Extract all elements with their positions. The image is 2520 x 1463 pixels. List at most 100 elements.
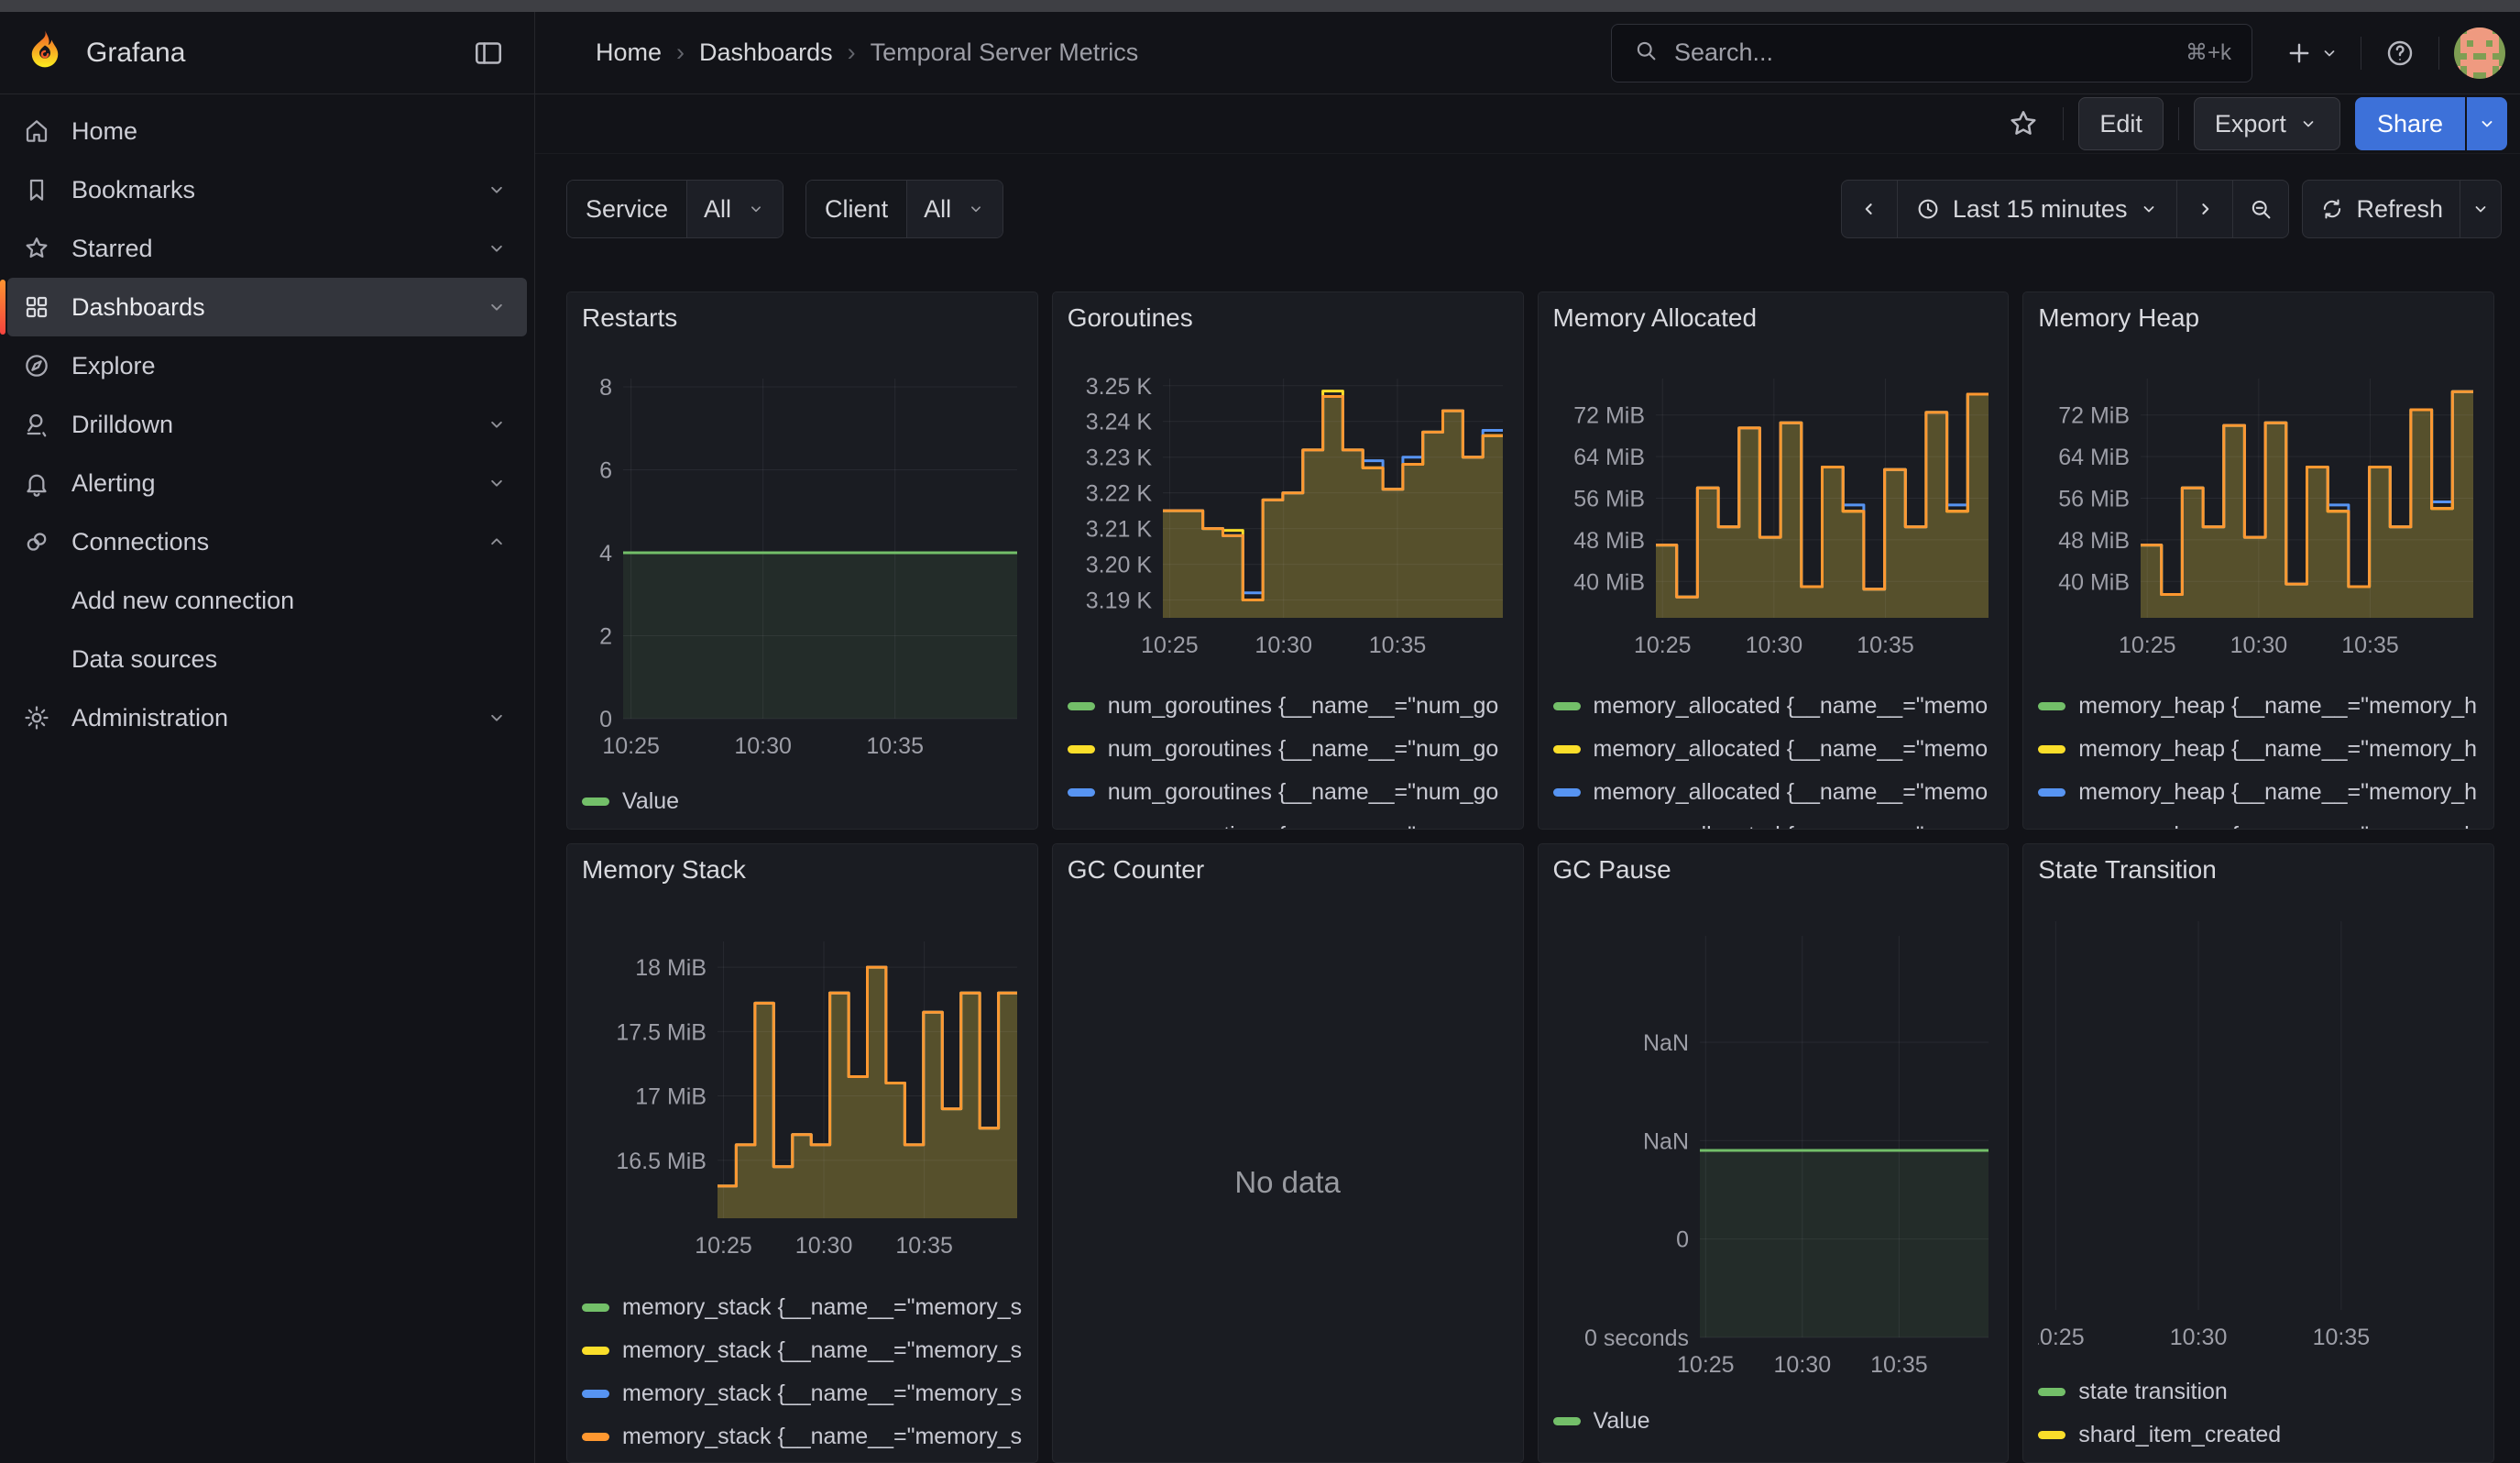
legend-swatch — [582, 1304, 609, 1312]
chart-memory-stack[interactable]: 16.5 MiB17 MiB17.5 MiB18 MiB10:2510:3010… — [582, 932, 1023, 1266]
chart-canvas[interactable]: 3.19 K3.20 K3.21 K3.22 K3.23 K3.24 K3.25… — [1068, 369, 1508, 665]
time-range-picker[interactable]: Last 15 minutes — [1897, 180, 2178, 238]
legend-swatch — [1068, 702, 1095, 710]
chevron-down-icon — [746, 199, 766, 219]
sidebar-item-administration[interactable]: Administration — [7, 688, 527, 747]
chart-goroutines[interactable]: 3.19 K3.20 K3.21 K3.22 K3.23 K3.24 K3.25… — [1068, 369, 1508, 665]
legend-item[interactable]: memory_heap {__name__="memory_h — [2038, 685, 2479, 728]
panel-title-goroutines[interactable]: Goroutines — [1068, 303, 1193, 333]
edit-button[interactable]: Edit — [2078, 97, 2164, 150]
chart-canvas[interactable]: 40 MiB48 MiB56 MiB64 MiB72 MiB10:2510:30… — [2038, 369, 2479, 665]
svg-text:2: 2 — [599, 624, 612, 650]
client-filter[interactable]: Client All — [805, 180, 1003, 238]
search-input[interactable]: Search... ⌘+k — [1611, 24, 2252, 82]
time-forward-button[interactable] — [2176, 180, 2233, 238]
breadcrumb-home[interactable]: Home — [596, 38, 662, 67]
legend-item[interactable]: memory_heap {__name__="memory_h — [2038, 771, 2479, 814]
legend-item[interactable]: memory_heap {__name__="memory_h — [2038, 728, 2479, 771]
legend-item[interactable]: num_goroutines {__name__="num_go — [1068, 685, 1508, 728]
service-filter[interactable]: Service All — [566, 180, 783, 238]
legend-item[interactable]: memory_allocated {__name__="memo — [1553, 814, 1994, 830]
app: Grafana HomeBookmarksStarredDashboardsEx… — [0, 12, 2520, 1463]
svg-text:10:25: 10:25 — [1677, 1352, 1735, 1378]
add-new-button[interactable] — [2278, 37, 2346, 70]
share-button[interactable]: Share — [2355, 97, 2465, 150]
legend-item[interactable]: Value — [1553, 1400, 1994, 1443]
legend-gc-pause: Value — [1553, 1400, 1994, 1443]
legend-label: num_goroutines {__name__="num_go — [1108, 779, 1499, 806]
chart-canvas[interactable]: 16.5 MiB17 MiB17.5 MiB18 MiB10:2510:3010… — [582, 932, 1023, 1266]
legend-item[interactable]: memory_stack {__name__="memory_s — [582, 1372, 1023, 1415]
panel-title-memory-heap[interactable]: Memory Heap — [2038, 303, 2199, 333]
sidebar-toggle-icon[interactable] — [465, 29, 512, 77]
sidebar-item-home[interactable]: Home — [7, 102, 527, 160]
sidebar-item-data-sources[interactable]: Data sources — [7, 630, 527, 688]
chart-canvas[interactable]: 0 seconds0NaNNaN10:2510:3010:35 — [1553, 927, 1994, 1385]
legend-item[interactable]: Value — [582, 780, 1023, 823]
grafana-logo-icon[interactable] — [24, 28, 66, 77]
zoom-out-icon[interactable] — [2232, 180, 2289, 238]
chart-memory-allocated[interactable]: 40 MiB48 MiB56 MiB64 MiB72 MiB10:2510:30… — [1553, 369, 1994, 665]
legend-swatch — [582, 1390, 609, 1398]
panel-title-gc-pause[interactable]: GC Pause — [1553, 855, 1671, 885]
panel-title-gc-counter[interactable]: GC Counter — [1068, 855, 1204, 885]
legend-label: memory_stack {__name__="memory_s — [622, 1294, 1022, 1321]
chart-canvas[interactable]: 10:2510:3010:35 — [2038, 912, 2479, 1358]
share-menu-button[interactable] — [2467, 97, 2507, 150]
client-filter-value[interactable]: All — [907, 181, 1003, 237]
legend-item[interactable]: memory_allocated {__name__="memo — [1553, 771, 1994, 814]
sidebar-item-explore[interactable]: Explore — [7, 336, 527, 395]
chart-canvas[interactable]: 0246810:2510:3010:35 — [582, 369, 1023, 765]
chart-gc-pause[interactable]: 0 seconds0NaNNaN10:2510:3010:35 — [1553, 927, 1994, 1385]
avatar[interactable] — [2454, 28, 2505, 79]
favorite-star-button[interactable] — [1999, 99, 2048, 148]
svg-text:10:25: 10:25 — [1633, 632, 1691, 658]
legend-item[interactable]: state transition — [2038, 1370, 2479, 1414]
legend-item[interactable]: num_goroutines {__name__="num_go — [1068, 728, 1508, 771]
svg-text:10:30: 10:30 — [795, 1233, 853, 1259]
svg-text:3.22 K: 3.22 K — [1085, 481, 1152, 507]
sidebar-item-connections[interactable]: Connections — [7, 512, 527, 571]
legend-item[interactable]: memory_stack {__name__="memory_s — [582, 1329, 1023, 1372]
sidebar-item-label: Drilldown — [71, 411, 173, 439]
brand[interactable]: Grafana — [24, 28, 185, 77]
sidebar-item-add-new-connection[interactable]: Add new connection — [7, 571, 527, 630]
legend-item[interactable]: num_goroutines {__name__="num_go — [1068, 771, 1508, 814]
legend-item[interactable]: memory_stack {__name__="memory_s — [582, 1415, 1023, 1458]
legend-item[interactable]: shard_item_created — [2038, 1414, 2479, 1457]
sidebar-item-alerting[interactable]: Alerting — [7, 454, 527, 512]
refresh-interval-button[interactable] — [2460, 180, 2502, 238]
help-icon[interactable] — [2376, 29, 2424, 77]
sidebar-item-bookmarks[interactable]: Bookmarks — [7, 160, 527, 219]
chart-canvas[interactable]: 40 MiB48 MiB56 MiB64 MiB72 MiB10:2510:30… — [1553, 369, 1994, 665]
panel-title-memory-allocated[interactable]: Memory Allocated — [1553, 303, 1758, 333]
chart-restarts[interactable]: 0246810:2510:3010:35 — [582, 369, 1023, 765]
refresh-button[interactable]: Refresh — [2302, 180, 2460, 238]
svg-text:10:30: 10:30 — [2230, 632, 2288, 658]
sidebar-item-label: Bookmarks — [71, 176, 195, 204]
sidebar-nav: Home Bookmarks StarredDashboardsExplore Dri… — [0, 94, 534, 754]
svg-text:3.23 K: 3.23 K — [1085, 446, 1152, 471]
panel-title-restarts[interactable]: Restarts — [582, 303, 677, 333]
svg-text:3.24 K: 3.24 K — [1085, 410, 1152, 435]
legend-item[interactable]: memory_allocated {__name__="memo — [1553, 728, 1994, 771]
legend-item[interactable]: memory_heap {__name__="memory_h — [2038, 814, 2479, 830]
chart-memory-heap[interactable]: 40 MiB48 MiB56 MiB64 MiB72 MiB10:2510:30… — [2038, 369, 2479, 665]
time-back-button[interactable] — [1841, 180, 1898, 238]
panel-title-state-transition[interactable]: State Transition — [2038, 855, 2217, 885]
sidebar-item-label: Alerting — [71, 469, 156, 498]
legend-item[interactable]: memory_stack {__name__="memory_s — [582, 1286, 1023, 1329]
no-data-message: No data — [1053, 1165, 1523, 1200]
breadcrumb-dashboards[interactable]: Dashboards — [699, 38, 833, 67]
sidebar-item-starred[interactable]: Starred — [7, 219, 527, 278]
legend-item[interactable]: memory_allocated {__name__="memo — [1553, 685, 1994, 728]
legend-swatch — [582, 798, 609, 806]
panel-title-memory-stack[interactable]: Memory Stack — [582, 855, 746, 885]
legend-item[interactable]: num_goroutines {__name__="num_go — [1068, 814, 1508, 830]
service-filter-value[interactable]: All — [687, 181, 783, 237]
chart-state-transition[interactable]: 10:2510:3010:35 — [2038, 912, 2479, 1358]
sidebar-item-drilldown[interactable]: Drilldown — [7, 395, 527, 454]
export-button[interactable]: Export — [2194, 97, 2340, 150]
svg-text:72 MiB: 72 MiB — [2058, 403, 2130, 429]
sidebar-item-dashboards[interactable]: Dashboards — [7, 278, 527, 336]
